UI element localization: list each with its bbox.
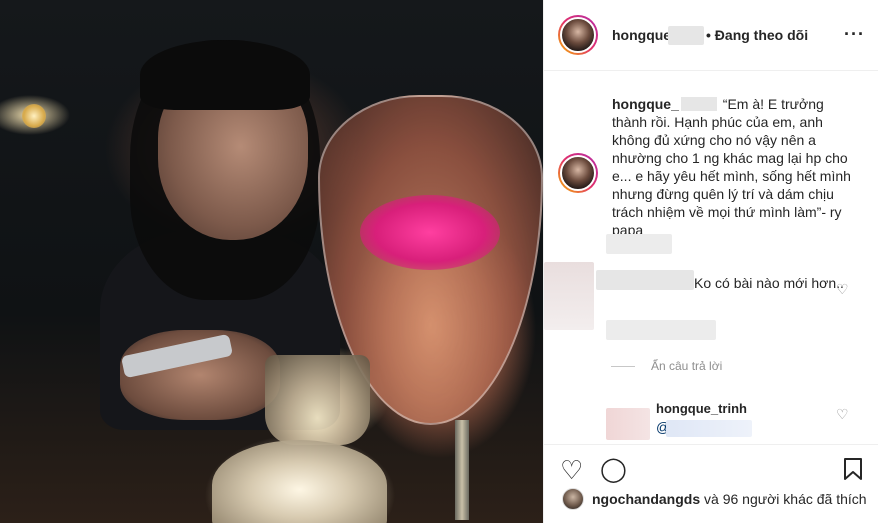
post-actions-bar: ♡ ◯ <box>544 444 878 492</box>
caption-text: “Em à! E trưởng thành rồi. Hạnh phúc của… <box>612 96 851 238</box>
background-lamp <box>22 104 46 128</box>
person-bangs <box>140 40 310 110</box>
caption-username[interactable]: hongque_ <box>612 96 679 112</box>
author-avatar[interactable] <box>558 15 598 55</box>
follow-status[interactable]: • Đang theo dõi <box>706 27 808 43</box>
divider-line <box>611 365 635 367</box>
glass-stem <box>455 420 469 520</box>
redacted-username-blur <box>680 97 717 111</box>
post-photo <box>0 0 543 523</box>
comment-text: Ko có bài nào mới hơn.. <box>694 275 844 291</box>
reply-avatar-blurred[interactable] <box>606 408 650 440</box>
more-options-icon[interactable]: ··· <box>844 24 865 45</box>
liker-avatar[interactable] <box>562 488 584 510</box>
post-header: hongque_ • Đang theo dõi ··· <box>544 0 878 71</box>
redacted-comment-meta <box>606 234 672 254</box>
caption-avatar[interactable] <box>558 153 598 193</box>
liker-username[interactable]: ngochandangds <box>592 491 700 507</box>
post-side-panel: hongque_ • Đang theo dõi ··· hongque_ “E… <box>543 0 878 523</box>
bookmark-icon[interactable] <box>842 457 864 485</box>
redacted-commenter-name <box>596 270 694 290</box>
orchid-garnish <box>360 195 500 270</box>
reply-like-heart-icon[interactable]: ♡ <box>836 406 849 423</box>
hide-replies-label: Ẩn câu trả lời <box>651 359 723 373</box>
comment-like-heart-icon[interactable]: ♡ <box>836 281 849 298</box>
likes-rest-text[interactable]: và 96 người khác đã thích <box>704 491 867 507</box>
reply-username[interactable]: hongque_trinh <box>656 401 747 416</box>
candle-holder <box>265 355 370 445</box>
like-heart-icon[interactable]: ♡ <box>560 457 583 483</box>
redacted-mention <box>666 420 752 437</box>
commenter-avatar-blurred[interactable] <box>544 262 594 330</box>
comment-bubble-icon[interactable]: ◯ <box>600 457 627 483</box>
post-caption: hongque_ “Em à! E trưởng thành rồi. Hạnh… <box>612 95 862 239</box>
hide-replies-link[interactable]: Ẩn câu trả lời <box>611 359 722 373</box>
redacted-comment-meta <box>606 320 716 340</box>
likes-summary: ngochandangds và 96 người khác đã thích <box>562 488 867 510</box>
redacted-username-blur <box>668 26 704 45</box>
candle-holder-front <box>212 440 387 523</box>
